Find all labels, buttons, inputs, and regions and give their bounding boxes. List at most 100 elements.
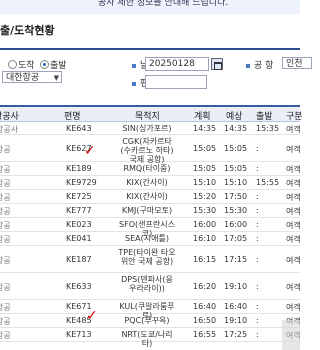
departure-time-cell: : [256,164,259,173]
destination-cell: KMJ(구마모토) [121,206,173,215]
departure-time-cell: : [256,206,259,215]
radio-departure[interactable] [40,60,49,69]
airline-cell: 항공 [0,235,11,244]
planned-time-cell: 15:10 [193,178,217,187]
destination-cell: KIX(간사이) [126,178,168,187]
planned-time-cell: 16:20 [193,282,217,291]
title-divider [0,48,300,50]
planned-time-cell: 16:55 [193,330,217,339]
col-departure: 출발 [256,112,273,122]
departure-time-cell: : [256,316,259,325]
destination-cell: KIX(간사이) [126,192,168,201]
airline-cell: 항공 [0,207,11,216]
table-row[interactable]: 항공 KE041 SEA(시애틀) 16:10 17:05: 여객 [0,232,301,246]
table-row[interactable]: 항공 KE189 RMQ(타이중) 15:05 15:05: 여객 [0,162,301,176]
kind-cell: 여객 [286,207,301,216]
airline-cell: 항공 [0,193,11,202]
col-destination: 목적지 [135,112,160,122]
airport-select-value: 인천 [286,59,303,69]
table-row[interactable]: 항공KE485PQC(푸꾸옥)16:5019:10:여객 [0,314,301,328]
flight-cell: KE023 [66,220,92,229]
estimated-time-cell: 19:10 [224,282,248,291]
planned-time-cell: 16:40 [193,302,217,311]
red-check-mark: ✓ [84,143,96,159]
destination-cell: SEA(시애틀) [125,234,169,243]
airline-select-value: 대한항공 [6,73,40,83]
col-kind: 구분 [286,112,303,122]
bullet-icon [246,63,250,68]
table-row[interactable]: 항공 KE9729 KIX(간사이) 15:10 15:10 15:55 여객 [0,176,301,190]
airline-cell: 항공 [0,179,11,188]
radio-arrival-label: 도착 [18,61,35,71]
estimated-time-cell: 16:40 [224,302,248,311]
col-planned: 계획 [194,112,211,122]
planned-time-cell: 16:10 [193,234,217,243]
planned-time-cell: 15:05 [193,144,217,153]
estimated-time-cell: 17:15 [224,255,248,264]
table-row[interactable]: 항공 KE187 TPE(타이완 타오위안 국제 공항) 16:15 17:15: 여객 [0,246,301,273]
kind-cell: 여객 [286,165,301,174]
estimated-time-cell: 15:30 [224,206,248,215]
table-row[interactable]: 항공KE713NRT(도쿄/나리타)16:5517:25:여객 [0,328,301,348]
planned-time-cell: 16:15 [193,255,217,264]
airline-cell: 항공 [0,165,11,174]
kind-cell: 여객 [286,145,301,154]
flight-cell: KE187 [66,255,92,264]
estimated-time-cell: 17:05 [224,234,248,243]
flight-cell: KE725 [66,192,92,201]
scroll-handle[interactable] [282,320,300,350]
radio-arrival[interactable] [8,60,17,69]
flight-input[interactable] [145,75,207,89]
estimated-time-cell: 17:50 [224,192,248,201]
flight-cell: KE643 [66,124,92,133]
estimated-time-cell: 16:00 [224,220,248,229]
estimated-time-cell: 15:05 [224,144,248,153]
table-row[interactable]: 항공 KE777 KMJ(구마모토) 15:30 15:30: 여객 [0,204,301,218]
calendar-icon[interactable] [211,58,223,70]
airport-select[interactable]: 인천 [282,57,312,69]
departure-time-cell: : [256,330,259,339]
planned-time-cell: 15:20 [193,192,217,201]
col-estimated: 예상 [226,112,243,122]
airline-select[interactable]: 대한항공 ▼ [2,71,62,83]
destination-cell: RMQ(타이중) [123,164,171,173]
estimated-time-cell: 15:10 [224,178,248,187]
table-row[interactable]: 항공KE023SFO(샌프란시스코)16:0016:00:여객 [0,218,301,238]
table-header: 항공사 편명 목적지 계획 예상 출발 구분 [0,105,303,122]
departure-time-cell: : [256,282,259,291]
bullet-icon [132,81,136,86]
flight-cell: KE189 [66,164,92,173]
kind-cell: 여객 [286,179,301,188]
table-row[interactable]: 항공 KE725 KIX(간사이) 15:20 17:50: 여객 [0,190,301,204]
planned-time-cell: 16:50 [193,316,217,325]
estimated-time-cell: 17:25 [224,330,248,339]
airline-cell: 항공 [0,331,11,340]
planned-time-cell: 14:35 [193,124,217,133]
estimated-time-cell: 19:10 [224,316,248,325]
flight-cell: KE633 [66,282,92,291]
table-row[interactable]: 항공사 KE643 SIN(싱가포르) 14:35 14:35 15:35 여객 [0,122,301,135]
radio-departure-label: 출발 [50,61,67,71]
flight-cell: KE777 [66,206,92,215]
table-row[interactable]: 항공KE671KUL(쿠알라룸푸르)16:4016:40:여객 [0,300,301,320]
date-input[interactable]: 20250128 [145,57,209,71]
table-row[interactable]: 항공KE627CGK(자카르타(수카르노 하타) 국제 공항)15:0515:0… [0,135,301,164]
kind-cell: 여객 [286,283,301,292]
flight-cell: KE713 [66,330,92,339]
bullet-icon [132,63,136,68]
destination-cell: SIN(싱가포르) [122,124,172,133]
airline-cell: 항공 [0,145,11,154]
departure-time-cell: : [256,220,259,229]
destination-cell: DPS(덴파사(응우라라이)) [121,275,173,293]
kind-cell: 여객 [286,221,301,230]
airline-cell: 항공 [0,256,11,265]
airline-cell: 항공 [0,283,11,292]
notice-banner: 공사 제한 정보를 안내해 드립니다. [0,0,300,14]
departure-time-cell: : [256,255,259,264]
airline-cell: 항공 [0,303,11,312]
planned-time-cell: 15:30 [193,206,217,215]
destination-cell: TPE(타이완 타오위안 국제 공항) [118,248,176,266]
table-row[interactable]: 항공 KE633 DPS(덴파사(응우라라이)) 16:20 19:10: 여객 [0,273,301,300]
section-header: 출/도착현황 [0,22,300,40]
flight-cell: KE041 [66,234,92,243]
